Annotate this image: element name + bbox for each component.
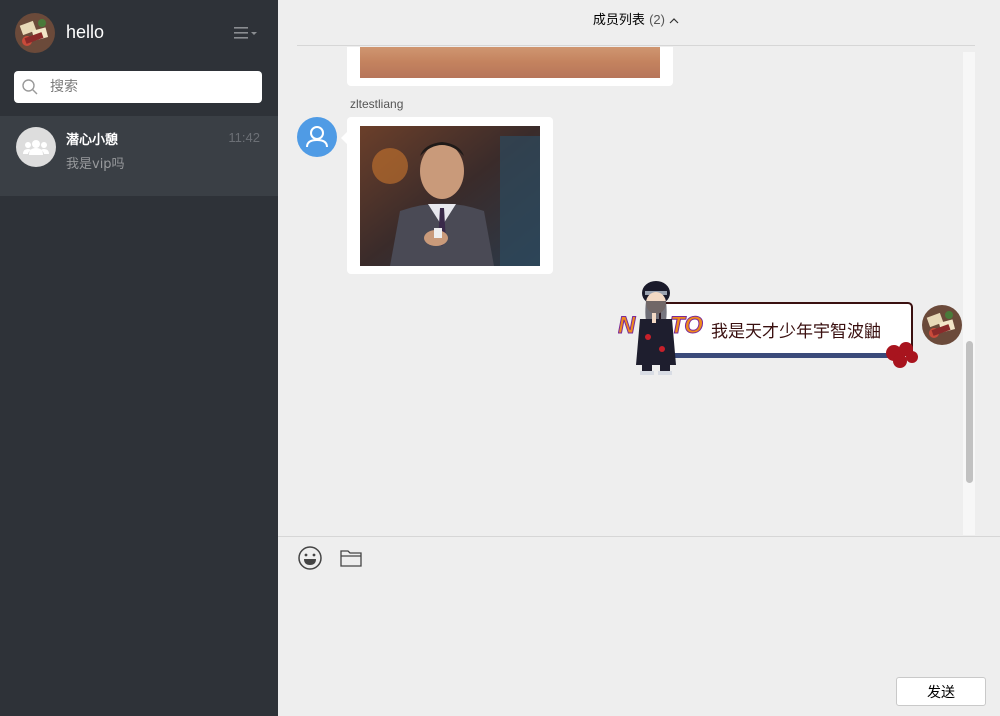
conversation-time: 11:42 — [228, 130, 260, 145]
conversation-name: 潜心小憩 — [66, 133, 119, 148]
message-image[interactable] — [360, 47, 660, 78]
folder-icon[interactable] — [338, 545, 364, 571]
search-input[interactable] — [50, 71, 255, 103]
chat-header: 成员列表 (2) — [297, 0, 975, 46]
emoji-icon[interactable] — [297, 545, 323, 571]
user-icon[interactable] — [297, 117, 337, 157]
message-input[interactable] — [297, 577, 977, 667]
my-avatar[interactable] — [15, 13, 55, 53]
send-button[interactable]: 发送 — [896, 677, 986, 706]
conversation-item[interactable]: 潜心小憩 11:42 我是vip吗 — [0, 116, 278, 196]
member-list-toggle[interactable]: 成员列表 (2) — [297, 9, 975, 28]
message-image[interactable] — [360, 126, 540, 266]
search-box[interactable] — [14, 71, 262, 103]
sidebar: hello 潜心小憩 — [0, 0, 278, 716]
caret-up-icon — [669, 17, 679, 23]
svg-text:TO: TO — [670, 312, 703, 339]
chat-panel: 成员列表 (2) zltestliang N TO 我是天才少年宇智波鼬 发送 — [278, 0, 1000, 716]
group-icon — [23, 140, 49, 155]
scrollbar-thumb[interactable] — [966, 341, 973, 483]
member-count: (2) — [649, 12, 665, 27]
image-message[interactable] — [347, 47, 673, 86]
group-avatar — [16, 127, 56, 167]
composer: 发送 — [278, 536, 1000, 716]
search-icon — [22, 79, 38, 95]
image-message[interactable] — [347, 117, 553, 274]
conversation-last-message: 我是vip吗 — [66, 157, 125, 172]
header-title: 成员列表 — [592, 13, 645, 28]
menu-icon[interactable] — [233, 25, 259, 41]
message-list[interactable]: zltestliang N TO 我是天才少年宇智波鼬 — [278, 47, 978, 535]
svg-text:N: N — [618, 312, 636, 339]
sender-name: zltestliang — [350, 97, 404, 111]
self-avatar[interactable] — [922, 305, 962, 345]
sticker-text-message[interactable]: N TO 我是天才少年宇智波鼬 — [618, 279, 918, 377]
message-text: 我是天才少年宇智波鼬 — [711, 322, 881, 342]
user-name: hello — [66, 22, 105, 42]
sidebar-header: hello — [0, 0, 278, 66]
